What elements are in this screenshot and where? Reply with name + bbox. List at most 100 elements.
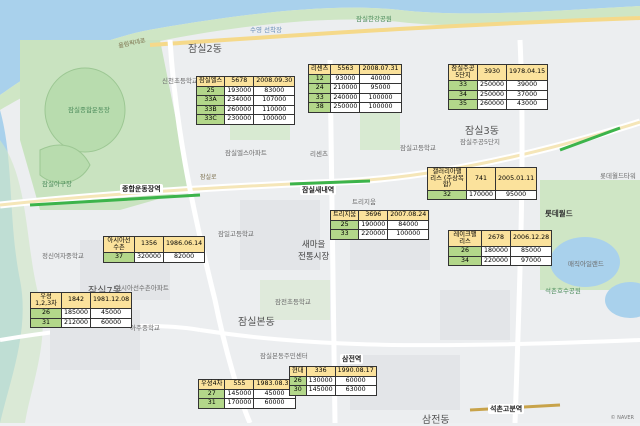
apt-sale: 230000 xyxy=(224,114,255,126)
apt-jeonse: 85000 xyxy=(510,246,553,257)
apt-name: 갤러리아팰리스 (주상복합) xyxy=(427,167,467,191)
apt-size: 35 xyxy=(448,99,478,111)
apt-date: 1986.06.14 xyxy=(163,235,206,254)
place-label-sincheon-elem: 신천초등학교 xyxy=(162,77,198,85)
apt-size: 33 xyxy=(307,92,332,104)
apt-size: 33 xyxy=(448,80,478,91)
apt-sale: 250000 xyxy=(476,80,508,91)
apt-size: 31 xyxy=(30,317,62,329)
apt-sale: 180000 xyxy=(480,246,512,257)
apt-sale: 210000 xyxy=(330,83,361,94)
apt-jeonse: 83000 xyxy=(253,85,296,97)
apt-size: 34 xyxy=(448,255,482,267)
apt-row: 26 185000 45000 xyxy=(30,308,133,319)
place-label-jamjeon-elem: 잠전초등학교 xyxy=(275,298,311,306)
apt-size: 32 xyxy=(427,189,467,201)
apt-sale: 170000 xyxy=(224,398,255,409)
apt-date: 2007.08.24 xyxy=(387,210,430,221)
apt-table-asia-village[interactable]: 아시아선수촌 1356 1986.06.14 37 320000 82000 xyxy=(103,235,206,263)
apt-row: 37 320000 82000 xyxy=(103,252,206,263)
place-label-magic-island: 매직아일랜드 xyxy=(568,260,604,268)
apt-row: 33B 260000 110000 xyxy=(195,104,296,116)
apt-size: 27 xyxy=(197,388,226,400)
apt-name: 현대 xyxy=(289,366,307,377)
apt-size: 26 xyxy=(289,375,307,387)
apt-size: 26 xyxy=(30,308,62,319)
apt-table-trizium[interactable]: 트리지움 3696 2007.08.24 25 190000 84000 33 220… xyxy=(329,210,430,240)
apt-sale: 234000 xyxy=(224,95,255,106)
apt-date: 2008.09.30 xyxy=(253,76,296,87)
apt-row: 26 130000 60000 xyxy=(289,375,377,387)
apt-sale: 212000 xyxy=(60,317,92,329)
apt-header-row: 트리지움 3696 2007.08.24 xyxy=(329,210,430,221)
place-label-lotteworld: 롯데월드 xyxy=(545,209,573,218)
apt-sale: 250000 xyxy=(330,102,361,114)
apt-row: 30 145000 63000 xyxy=(289,385,377,396)
station-seokchon-gobun[interactable]: 석촌고분역 xyxy=(488,404,525,414)
apt-jeonse: 100000 xyxy=(359,102,402,114)
place-label-jamsilbon-center: 잠실본동주민센터 xyxy=(260,352,308,360)
apt-households: 741 xyxy=(465,167,497,191)
apt-row: 33 220000 100000 xyxy=(329,229,430,240)
apt-table-woosung4[interactable]: 우성4차 555 1983.08.31 27 145000 45000 31 1700… xyxy=(197,379,296,409)
apt-jeonse: 100000 xyxy=(387,229,430,240)
apt-households: 336 xyxy=(305,366,336,377)
apt-header-row: 아시아선수촌 1356 1986.06.14 xyxy=(103,235,206,254)
apt-row: 12 93000 40000 xyxy=(307,73,402,85)
station-samjeon[interactable]: 삼전역 xyxy=(340,354,364,364)
apt-sale: 220000 xyxy=(480,255,512,267)
apt-sale: 193000 xyxy=(224,85,255,97)
apt-jeonse: 95000 xyxy=(495,189,538,201)
park-label-seokchon: 석촌호수공원 xyxy=(545,287,581,295)
apt-sale: 320000 xyxy=(133,252,165,263)
apt-sale: 220000 xyxy=(358,229,389,240)
station-jamsilsaenae[interactable]: 잠실새내역 xyxy=(300,185,337,195)
station-sports-complex[interactable]: 종합운동장역 xyxy=(120,184,163,194)
apt-name: 리센츠 xyxy=(307,64,332,75)
apt-jeonse: 100000 xyxy=(359,92,402,104)
place-label-els-apt: 잠실엘스아파트 xyxy=(225,149,267,157)
apt-row: 32 170000 95000 xyxy=(427,189,538,201)
apt-header-row: 잠실주공5단지 3930 1978.04.15 xyxy=(448,63,549,82)
apt-jeonse: 63000 xyxy=(334,385,377,396)
apt-size: 33C xyxy=(195,114,226,126)
place-label-trizium: 트리지움 xyxy=(352,198,376,206)
place-label-market: 새마을 전통시장 xyxy=(298,240,330,262)
apt-table-woosung123[interactable]: 우성1,2,3차 1842 1981.12.08 26 185000 45000 3… xyxy=(30,291,133,329)
place-label-jamsil-high: 잠실고등학교 xyxy=(400,144,436,152)
apt-table-ricenz[interactable]: 리센츠 5563 2008.07.31 12 93000 40000 24 21000… xyxy=(307,64,402,114)
apt-row: 33 250000 39000 xyxy=(448,80,549,91)
apt-jeonse: 95000 xyxy=(359,83,402,94)
apt-sale: 185000 xyxy=(60,308,92,319)
apt-size: 38 xyxy=(307,102,332,114)
apt-row: 25 190000 84000 xyxy=(329,219,430,231)
apt-header-row: 잠실엘스 5678 2008.09.30 xyxy=(195,76,296,87)
apt-table-els[interactable]: 잠실엘스 5678 2008.09.30 25 193000 83000 33A 23… xyxy=(195,76,296,126)
park-label-sports: 잠실종합운동장 xyxy=(68,106,110,114)
apt-households: 1356 xyxy=(133,235,165,254)
apt-size: 26 xyxy=(448,246,482,257)
apt-row: 26 180000 85000 xyxy=(448,246,553,257)
park-label-baseball: 잠실아구장 xyxy=(42,180,72,188)
apt-table-jugong5[interactable]: 잠실주공5단지 3930 1978.04.15 33 250000 39000 34… xyxy=(448,63,549,111)
apt-sale: 260000 xyxy=(224,104,255,116)
apt-sale: 190000 xyxy=(358,219,389,231)
apt-jeonse: 97000 xyxy=(510,255,553,267)
apt-jeonse: 84000 xyxy=(387,219,430,231)
apt-table-galleria[interactable]: 갤러리아팰리스 (주상복합) 741 2005.01.11 32 170000 95… xyxy=(427,167,538,201)
apt-table-hyundai[interactable]: 현대 336 1990.08.17 26 130000 60000 30 145000… xyxy=(289,366,377,396)
apt-households: 5678 xyxy=(224,76,255,87)
apt-sale: 170000 xyxy=(465,189,497,201)
apt-jeonse: 39000 xyxy=(506,80,549,91)
apt-row: 33 240000 100000 xyxy=(307,92,402,104)
apt-sale: 260000 xyxy=(476,99,508,111)
park-label-hangang: 잠실한강공원 xyxy=(356,15,392,23)
apt-jeonse: 60000 xyxy=(334,375,377,387)
apt-jeonse: 110000 xyxy=(253,104,296,116)
apt-row: 34 250000 37000 xyxy=(448,89,549,101)
apt-size: 33 xyxy=(329,229,360,240)
apt-table-lakepalace[interactable]: 레이크팰리스 2678 2006.12.28 26 180000 85000 34 2… xyxy=(448,229,553,267)
apt-header-row: 우성1,2,3차 1842 1981.12.08 xyxy=(30,291,133,310)
apt-sale: 145000 xyxy=(305,385,336,396)
apt-date: 1978.04.15 xyxy=(506,63,549,82)
